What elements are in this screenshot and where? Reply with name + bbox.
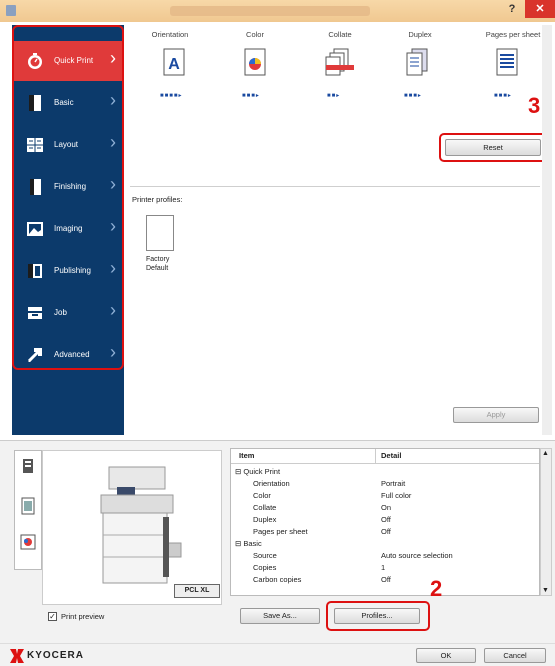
save-as-button[interactable]: Save As... bbox=[240, 608, 320, 624]
table-cell-detail: Full color bbox=[381, 491, 412, 500]
table-cell-detail: Off bbox=[381, 515, 391, 524]
table-row[interactable]: Color bbox=[253, 491, 271, 501]
option-header-orientation: Orientation bbox=[151, 30, 189, 39]
reset-highlight bbox=[439, 133, 547, 162]
option-header-duplex: Duplex bbox=[408, 30, 432, 39]
orientation-portrait-icon[interactable]: A bbox=[163, 48, 185, 76]
table-cell-detail: Portrait bbox=[381, 479, 406, 488]
app-icon bbox=[6, 5, 16, 16]
profile-name: Factory Default bbox=[146, 256, 170, 272]
main-panel bbox=[124, 25, 555, 440]
option-dots[interactable]: ■■▸ bbox=[327, 92, 340, 99]
cancel-button[interactable]: Cancel bbox=[484, 648, 546, 663]
table-row[interactable]: Copies bbox=[253, 563, 276, 573]
footer: KYOCERA OK Cancel bbox=[0, 643, 555, 666]
table-row[interactable]: Source bbox=[253, 551, 277, 561]
callout-3: 3 bbox=[528, 93, 541, 118]
table-cell-item: Basic bbox=[243, 539, 262, 548]
print-preview-checkbox[interactable]: ✓ bbox=[48, 612, 57, 621]
profiles-heading: Printer profiles: bbox=[132, 195, 183, 204]
profile-card-factory-default[interactable] bbox=[146, 215, 174, 251]
table-cell-item: Carbon copies bbox=[253, 575, 302, 584]
option-dots[interactable]: ■■■▸ bbox=[404, 92, 422, 99]
callout-2: 2 bbox=[430, 576, 443, 601]
column-header-detail: Detail bbox=[381, 451, 402, 460]
svg-text:A: A bbox=[168, 56, 180, 73]
apply-button[interactable]: Apply bbox=[453, 407, 539, 423]
main-scrollbar[interactable] bbox=[542, 25, 552, 435]
table-cell-detail: On bbox=[381, 503, 392, 512]
duplex-icon[interactable] bbox=[406, 48, 428, 76]
color-full-icon[interactable] bbox=[244, 48, 266, 76]
title-bar: ? ✕ bbox=[0, 0, 555, 22]
table-row[interactable]: Pages per sheet bbox=[253, 527, 308, 537]
table-row[interactable]: Duplex bbox=[253, 515, 276, 525]
scroll-up-icon[interactable]: ▲ bbox=[542, 450, 549, 457]
option-dots[interactable]: ■■■▸ bbox=[494, 92, 512, 99]
help-button[interactable]: ? bbox=[503, 3, 521, 15]
table-cell-item: Orientation bbox=[253, 479, 290, 488]
kyocera-logo-icon bbox=[10, 649, 24, 663]
option-header-pages-per-sheet: Pages per sheet bbox=[485, 30, 541, 39]
table-cell-detail: 1 bbox=[381, 563, 386, 572]
table-cell-detail: Off bbox=[381, 527, 391, 536]
pcl-xl-badge: PCL XL bbox=[174, 584, 220, 598]
column-header-item: Item bbox=[239, 451, 255, 460]
preview-tabstrip bbox=[14, 450, 42, 570]
option-header-color: Color bbox=[246, 30, 264, 39]
table-cell-detail: Off bbox=[381, 575, 391, 584]
printer-tab-icon[interactable] bbox=[19, 457, 37, 475]
table-row[interactable]: Collate bbox=[253, 503, 276, 513]
table-cell-detail: Auto source selection bbox=[381, 551, 453, 560]
table-row-group[interactable]: ⊟ Basic bbox=[235, 539, 262, 549]
window-title bbox=[170, 6, 370, 16]
table-cell-item: Copies bbox=[253, 563, 277, 572]
close-button[interactable]: ✕ bbox=[525, 0, 555, 18]
table-cell-item: Quick Print bbox=[243, 467, 281, 476]
printer-preview bbox=[42, 450, 222, 605]
table-cell-item: Duplex bbox=[253, 515, 277, 524]
option-dots[interactable]: ■■■■▸ bbox=[160, 92, 183, 99]
pages-per-sheet-icon[interactable] bbox=[496, 48, 518, 76]
table-row[interactable]: Orientation bbox=[253, 479, 290, 489]
collate-icon[interactable] bbox=[324, 48, 356, 76]
table-cell-item: Source bbox=[253, 551, 277, 560]
table-row[interactable]: Carbon copies bbox=[253, 575, 301, 585]
option-dots[interactable]: ■■■▸ bbox=[242, 92, 260, 99]
printer-image bbox=[100, 466, 182, 584]
divider bbox=[130, 186, 540, 187]
table-row-group[interactable]: ⊟ Quick Print bbox=[235, 467, 280, 477]
sidebar-highlight bbox=[12, 25, 124, 370]
ok-button[interactable]: OK bbox=[416, 648, 476, 663]
option-header-collate: Collate bbox=[328, 30, 352, 39]
color-tab-icon[interactable] bbox=[19, 533, 37, 551]
table-cell-item: Pages per sheet bbox=[253, 527, 308, 536]
page-tab-icon[interactable] bbox=[19, 497, 37, 515]
settings-table: Item Detail ⊟ Quick Print Orientation Po… bbox=[230, 448, 540, 596]
table-cell-item: Collate bbox=[253, 503, 277, 512]
profiles-highlight bbox=[326, 601, 430, 631]
table-cell-item: Color bbox=[253, 491, 271, 500]
print-preview-label: Print preview bbox=[61, 612, 105, 621]
table-scrollbar[interactable]: ▲ ▼ bbox=[540, 448, 552, 596]
scroll-down-icon[interactable]: ▼ bbox=[542, 587, 549, 594]
brand-name: KYOCERA bbox=[27, 650, 85, 661]
